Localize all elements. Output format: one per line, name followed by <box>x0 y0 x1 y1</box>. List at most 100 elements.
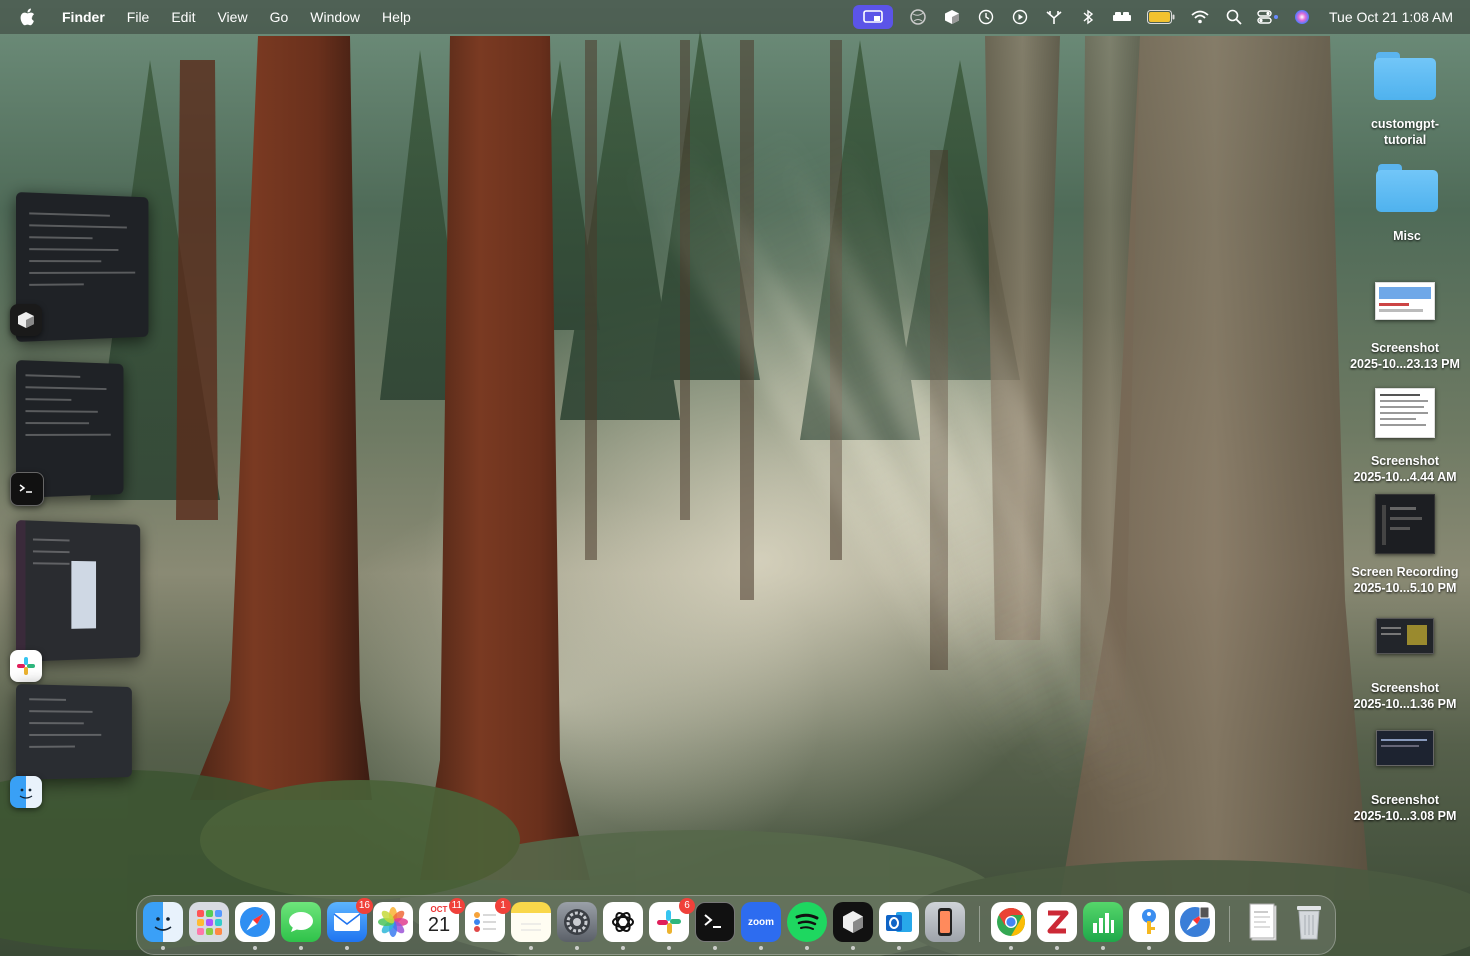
screenshot-thumbnail <box>1376 618 1434 654</box>
desktop-item-label: Screen Recording 2025-10...5.10 PM <box>1343 564 1467 596</box>
zoom-logo-text: zoom <box>747 916 775 928</box>
label-line: 2025-10...1.36 PM <box>1353 697 1457 711</box>
dock-finder-icon[interactable] <box>143 902 183 942</box>
running-indicator <box>713 946 717 950</box>
play-circle-icon[interactable] <box>1003 0 1037 34</box>
menu-bar-clock[interactable]: Tue Oct 21 1:08 AM <box>1329 9 1453 25</box>
dock-separator <box>1229 906 1230 942</box>
dock-safari-preview-icon[interactable] <box>1175 902 1215 942</box>
dock-notes-icon[interactable] <box>511 902 551 942</box>
dock-mail-icon[interactable]: 16 <box>327 898 373 942</box>
wifi-icon[interactable] <box>1183 0 1217 34</box>
label-line: 2025-10...5.10 PM <box>1353 581 1457 595</box>
dock-trash-icon[interactable] <box>1289 902 1329 942</box>
desktop-folder-customgpt-tutorial[interactable]: customgpt- tutorial <box>1343 52 1467 148</box>
desktop-file-screenshot-3[interactable]: Screenshot 2025-10...1.36 PM <box>1343 618 1467 712</box>
battery-icon[interactable] <box>1139 0 1183 34</box>
desktop-folder-misc[interactable]: Misc <box>1345 164 1469 244</box>
label-line: 2025-10...3.08 PM <box>1353 809 1457 823</box>
dock-zoom-icon[interactable]: zoom <box>741 902 781 942</box>
desktop-file-screenshot-2[interactable]: Screenshot 2025-10...4.44 AM <box>1343 388 1467 485</box>
airplay-icon[interactable] <box>1037 0 1071 34</box>
running-indicator <box>575 946 579 950</box>
dock-slack-icon[interactable]: 6 <box>649 898 695 942</box>
label-line: Screenshot <box>1370 341 1440 355</box>
dock-settings-gear-icon[interactable] <box>557 902 597 942</box>
desktop-wallpaper <box>0 0 1470 956</box>
dock: 16 OCT 21 11 1 6 zoom <box>136 895 1336 955</box>
forest-scenery <box>0 30 1470 956</box>
running-indicator <box>253 946 257 950</box>
dock-safari-icon[interactable] <box>235 902 275 942</box>
desktop-item-label: Screenshot 2025-10...1.36 PM <box>1343 680 1467 712</box>
label-line: 2025-10...4.44 AM <box>1353 470 1457 484</box>
slack-icon <box>10 650 42 682</box>
dock-spotify-icon[interactable] <box>787 902 827 942</box>
desktop-file-screenshot-4[interactable]: Screenshot 2025-10...3.08 PM <box>1343 730 1467 824</box>
screen-share-icon[interactable] <box>853 5 893 29</box>
screenshot-thumbnail <box>1375 282 1435 320</box>
calendar-day: 21 <box>427 914 451 936</box>
running-indicator <box>529 946 533 950</box>
dock-photos-icon[interactable] <box>373 902 413 942</box>
menu-go[interactable]: Go <box>259 0 300 34</box>
dock-launchpad-icon[interactable] <box>189 902 229 942</box>
running-indicator <box>299 946 303 950</box>
dock-outlook-icon[interactable] <box>879 902 919 942</box>
menu-file[interactable]: File <box>116 0 161 34</box>
notification-badge: 16 <box>355 898 373 914</box>
time-machine-icon[interactable] <box>969 0 1003 34</box>
terminal-icon <box>10 472 44 506</box>
running-indicator <box>621 946 625 950</box>
dock-calendar-icon[interactable]: OCT 21 11 <box>419 898 465 942</box>
cube-app-icon <box>10 304 42 336</box>
running-indicator <box>1147 946 1151 950</box>
dock-cube-app-icon[interactable] <box>833 902 873 942</box>
bluetooth-icon[interactable] <box>1071 0 1105 34</box>
dock-reminders-icon[interactable]: 1 <box>465 898 511 942</box>
control-center-icon[interactable] <box>1251 0 1285 34</box>
cube-icon[interactable] <box>935 0 969 34</box>
bed-icon[interactable] <box>1105 0 1139 34</box>
spotlight-search-icon[interactable] <box>1217 0 1251 34</box>
apple-menu-icon[interactable] <box>16 8 38 26</box>
menu-help[interactable]: Help <box>371 0 422 34</box>
dock-zotero-icon[interactable] <box>1037 902 1077 942</box>
desktop-file-screen-recording[interactable]: Screen Recording 2025-10...5.10 PM <box>1343 494 1467 596</box>
label-line: Misc <box>1393 229 1421 243</box>
screenshot-thumbnail <box>1376 730 1434 766</box>
status-bar: Tue Oct 21 1:08 AM <box>853 0 1470 34</box>
vpn-globe-icon[interactable] <box>901 0 935 34</box>
dock-messages-icon[interactable] <box>281 902 321 942</box>
notification-badge: 11 <box>448 898 465 914</box>
dock-chrome-icon[interactable] <box>991 902 1031 942</box>
label-line: 2025-10...23.13 PM <box>1350 357 1460 371</box>
running-indicator <box>1101 946 1105 950</box>
running-indicator <box>759 946 763 950</box>
desktop-item-label: Screenshot 2025-10...3.08 PM <box>1343 792 1467 824</box>
menu-bar: Finder File Edit View Go Window Help Tue… <box>0 0 1470 34</box>
dock-numbers-icon[interactable] <box>1083 902 1123 942</box>
dock-passwords-key-icon[interactable] <box>1129 902 1169 942</box>
running-indicator <box>345 946 349 950</box>
label-line: Screenshot <box>1370 681 1440 695</box>
dock-chatgpt-icon[interactable] <box>603 902 643 942</box>
menu-window[interactable]: Window <box>299 0 371 34</box>
desktop-item-label: Misc <box>1345 228 1469 244</box>
dock-document-stack-icon[interactable] <box>1243 902 1283 942</box>
menu-app-finder[interactable]: Finder <box>56 0 116 34</box>
dock-iphone-mirroring-icon[interactable] <box>925 902 965 942</box>
folder-icon <box>1376 164 1438 212</box>
finder-icon <box>10 776 42 808</box>
siri-icon[interactable] <box>1285 0 1319 34</box>
desktop-item-label: Screenshot 2025-10...23.13 PM <box>1343 340 1467 372</box>
notification-badge: 6 <box>679 898 695 914</box>
menu-edit[interactable]: Edit <box>160 0 206 34</box>
label-line: Screenshot <box>1370 454 1440 468</box>
menu-view[interactable]: View <box>206 0 258 34</box>
folder-icon <box>1374 52 1436 100</box>
desktop-file-screenshot-1[interactable]: Screenshot 2025-10...23.13 PM <box>1343 282 1467 372</box>
running-indicator <box>667 946 671 950</box>
dock-terminal-icon[interactable] <box>695 902 735 942</box>
window-thumbnail <box>16 520 141 662</box>
